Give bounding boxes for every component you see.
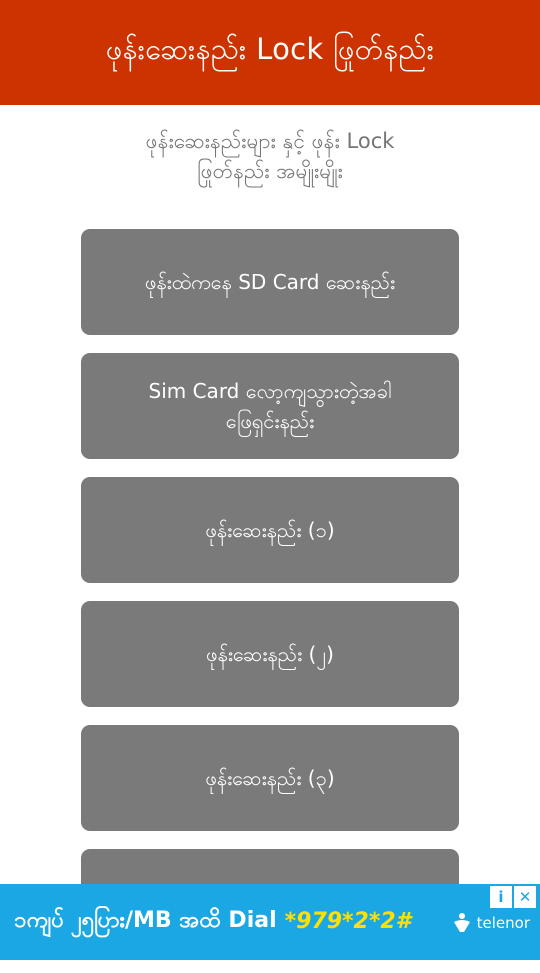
ad-dial-number: *979*2*2#: [284, 908, 411, 934]
subtitle-line-2: ဖြုတ်နည်း အမျိုးမျိုး: [197, 159, 343, 183]
page-subtitle: ဖုန်းဆေးနည်းများ နှင့် ဖုန်း Lock ဖြုတ်န…: [60, 126, 480, 186]
button-label: Sim Card လော့ကျသွားတဲ့အခါ: [148, 379, 392, 403]
close-icon[interactable]: ✕: [514, 886, 536, 908]
ad-banner[interactable]: ၁ကျပ် ၂၅ပြား/MB အထိ Dial *979*2*2# telen…: [0, 884, 540, 960]
button-label: ဖုန်းဆေးနည်း (၃): [205, 766, 335, 790]
ad-controls: i ✕: [488, 886, 536, 908]
ad-offer-text: ၁ကျပ် ၂၅ပြား/MB အထိ Dial: [14, 907, 277, 933]
button-label-line-2: ဖြေရှင်းနည်း: [225, 409, 315, 433]
sd-card-format-button[interactable]: ဖုန်းထဲကနေ SD Card ဆေးနည်း: [81, 229, 459, 335]
button-label: ဖုန်းထဲကနေ SD Card ဆေးနည်း: [144, 270, 396, 294]
ad-text: ၁ကျပ် ၂၅ပြား/MB အထိ Dial *979*2*2#: [14, 898, 411, 944]
telenor-logo: telenor: [451, 912, 530, 934]
phone-format-method-2-button[interactable]: ဖုန်းဆေးနည်း (၂): [81, 601, 459, 707]
phone-format-method-3-button[interactable]: ဖုန်းဆေးနည်း (၃): [81, 725, 459, 831]
button-label: ဖုန်းဆေးနည်း (၂): [206, 642, 334, 666]
button-label: ဖုန်းဆေးနည်း (၁): [205, 518, 335, 542]
info-icon[interactable]: i: [490, 886, 512, 908]
subtitle-line-1: ဖုန်းဆေးနည်းများ နှင့် ဖုန်း Lock: [145, 129, 395, 153]
app-title: ဖုန်းဆေးနည်း Lock ဖြုတ်နည်း: [105, 32, 435, 66]
menu-list: ဖုန်းထဲကနေ SD Card ဆေးနည်း Sim Card လော့…: [81, 229, 459, 973]
app-bar: ဖုန်းဆေးနည်း Lock ဖြုတ်နည်း: [0, 0, 540, 105]
phone-format-method-1-button[interactable]: ဖုန်းဆေးနည်း (၁): [81, 477, 459, 583]
ad-brand-text: telenor: [476, 914, 530, 932]
sim-card-lock-fix-button[interactable]: Sim Card လော့ကျသွားတဲ့အခါ ဖြေရှင်းနည်း: [81, 353, 459, 459]
telenor-icon: [453, 913, 470, 932]
